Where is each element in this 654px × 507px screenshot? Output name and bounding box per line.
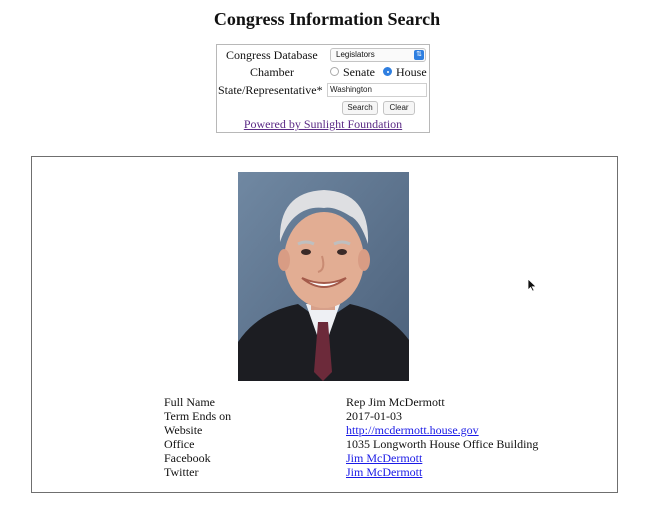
info-label: Term Ends on <box>164 409 232 423</box>
info-value: Rep Jim McDermott <box>346 395 445 409</box>
house-radio-label[interactable]: House <box>396 64 427 80</box>
mouse-pointer-icon <box>527 278 537 292</box>
info-row: Full Name Rep Jim McDermott <box>32 395 617 409</box>
page-title: Congress Information Search <box>213 9 441 29</box>
senate-radio[interactable] <box>330 67 339 76</box>
senate-radio-label[interactable]: Senate <box>343 64 375 80</box>
info-label: Website <box>164 423 203 437</box>
chamber-label: Chamber <box>250 65 294 79</box>
info-label: Twitter <box>164 465 199 479</box>
database-select-value: Legislators <box>336 50 375 59</box>
result-panel: Full Name Rep Jim McDermott Term Ends on 20… <box>31 156 618 493</box>
info-value: 1035 Longworth House Office Building <box>346 437 539 451</box>
info-row: Office 1035 Longworth House Office Buildi… <box>32 437 617 451</box>
database-label: Congress Database <box>226 48 318 62</box>
info-row: Twitter Jim McDermott <box>32 465 617 479</box>
info-link[interactable]: Jim McDermott <box>346 451 422 465</box>
chevron-updown-icon: ⇅ <box>414 50 424 60</box>
button-row: Search Clear <box>217 100 429 116</box>
database-row: Congress Database Legislators ⇅ <box>217 47 429 63</box>
clear-button[interactable]: Clear <box>383 101 415 115</box>
database-select[interactable]: Legislators ⇅ <box>330 48 426 62</box>
info-label: Full Name <box>164 395 215 409</box>
keyword-row: State/Representative* Washington <box>217 82 429 98</box>
keyword-label: State/Representative* <box>218 83 323 97</box>
info-label: Facebook <box>164 451 211 465</box>
info-value: 2017-01-03 <box>346 409 402 423</box>
info-row: Facebook Jim McDermott <box>32 451 617 465</box>
search-form: Congress Database Legislators ⇅ Chamber … <box>216 44 430 133</box>
search-button[interactable]: Search <box>342 101 378 115</box>
info-row: Term Ends on 2017-01-03 <box>32 409 617 423</box>
info-link[interactable]: Jim McDermott <box>346 465 422 479</box>
keyword-input[interactable]: Washington <box>327 83 427 97</box>
info-row: Website http://mcdermott.house.gov <box>32 423 617 437</box>
powered-by-link[interactable]: Powered by Sunlight Foundation <box>217 117 429 132</box>
house-radio[interactable] <box>383 67 392 76</box>
legislator-photo <box>238 172 409 381</box>
chamber-row: Chamber Senate House <box>217 64 429 80</box>
info-label: Office <box>164 437 195 451</box>
info-link[interactable]: http://mcdermott.house.gov <box>346 423 479 437</box>
